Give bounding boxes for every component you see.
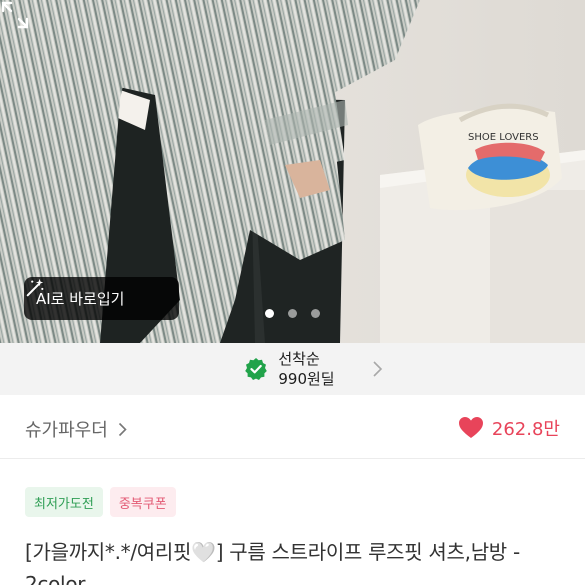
expand-icon[interactable] — [0, 0, 30, 30]
carousel-dot[interactable] — [311, 309, 320, 318]
tag-coupon: 중복쿠폰 — [109, 487, 176, 517]
chevron-right-icon — [373, 361, 383, 377]
seller-row: 슈가파우더 262.8만 — [0, 395, 585, 459]
seller-name: 슈가파우더 — [25, 420, 108, 441]
first-come-deal-banner[interactable]: 선착순 990원딜 — [0, 343, 585, 395]
svg-text:SHOE LOVERS: SHOE LOVERS — [468, 132, 539, 143]
product-title: [가을까지*.*/여리핏🤍] 구름 스트라이프 루즈핏 셔츠,남방 - 2col… — [25, 540, 520, 585]
tag-list: 최저가도전 중복쿠폰 — [25, 487, 176, 517]
like-button[interactable]: 262.8만 — [458, 415, 560, 441]
deal-price: 990원딜 — [278, 370, 335, 388]
ai-try-on-button[interactable]: AI로 바로입기 — [24, 277, 179, 320]
ai-try-on-label: AI로 바로입기 — [36, 290, 125, 308]
deal-label: 선착순 — [278, 350, 320, 368]
carousel-indicator — [265, 309, 320, 318]
carousel-dot[interactable] — [288, 309, 297, 318]
carousel-dot[interactable] — [265, 309, 274, 318]
like-count: 262.8만 — [491, 419, 560, 440]
chevron-right-icon — [118, 422, 127, 436]
verified-check-icon — [245, 358, 268, 380]
heart-icon — [458, 417, 483, 438]
seller-link[interactable]: 슈가파우더 — [25, 416, 127, 442]
product-image[interactable]: SHOE LOVERS AI로 바로입기 — [0, 0, 585, 343]
magic-wand-icon — [26, 278, 44, 297]
tag-lowest-price: 최저가도전 — [25, 487, 103, 517]
